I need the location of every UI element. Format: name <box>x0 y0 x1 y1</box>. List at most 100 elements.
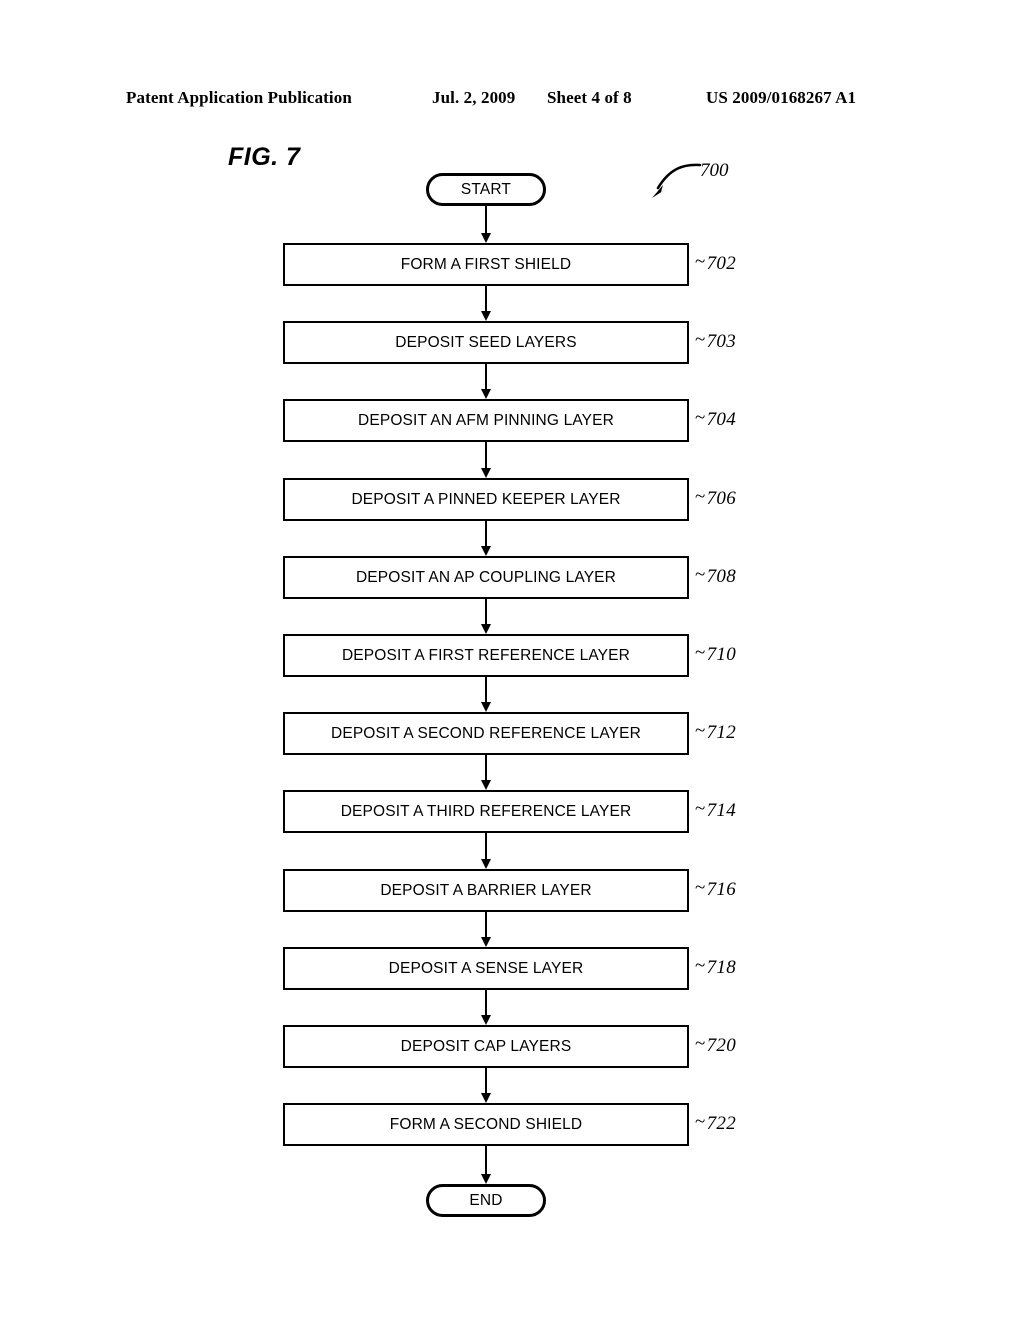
connector-stem <box>484 677 488 703</box>
connector-arrowhead-icon <box>480 624 491 634</box>
reference-number-text: 710 <box>706 643 736 665</box>
connector-stem <box>484 364 488 390</box>
connector-arrowhead-icon <box>480 389 491 399</box>
connector-arrowhead-icon <box>480 859 491 869</box>
flow-connector-arrow <box>480 755 491 790</box>
reference-number-text: 712 <box>706 721 736 743</box>
reference-numeral-708: ~708 <box>695 563 736 588</box>
reference-number-text: 716 <box>706 878 736 900</box>
connector-arrowhead-icon <box>480 546 491 556</box>
process-step-label: DEPOSIT AN AP COUPLING LAYER <box>355 568 617 586</box>
reference-leader-icon: ~ <box>695 328 706 350</box>
diagram-reference-leader-icon <box>652 163 702 198</box>
process-step-label: DEPOSIT A SENSE LAYER <box>388 959 584 977</box>
process-step-label: DEPOSIT A SECOND REFERENCE LAYER <box>330 724 641 742</box>
process-step-708: DEPOSIT AN AP COUPLING LAYER <box>283 556 689 599</box>
reference-number-text: 714 <box>706 799 736 821</box>
process-step-706: DEPOSIT A PINNED KEEPER LAYER <box>283 478 689 521</box>
process-step-720: DEPOSIT CAP LAYERS <box>283 1025 689 1068</box>
patent-figure-page: Patent Application Publication Jul. 2, 2… <box>0 0 1024 1320</box>
connector-arrowhead-icon <box>480 1015 491 1025</box>
flow-connector-arrow <box>480 599 491 634</box>
reference-number-text: 704 <box>706 408 736 430</box>
reference-numeral-702: ~702 <box>695 250 736 275</box>
diagram-reference-number: 700 <box>700 160 729 181</box>
process-step-716: DEPOSIT A BARRIER LAYER <box>283 869 689 912</box>
process-step-label: DEPOSIT A PINNED KEEPER LAYER <box>351 490 621 508</box>
reference-leader-icon: ~ <box>695 641 706 663</box>
reference-leader-icon: ~ <box>695 250 706 272</box>
reference-number-text: 702 <box>706 252 736 274</box>
process-step-label: FORM A SECOND SHIELD <box>389 1115 583 1133</box>
reference-numeral-718: ~718 <box>695 954 736 979</box>
terminal-end: END <box>426 1184 546 1217</box>
process-step-712: DEPOSIT A SECOND REFERENCE LAYER <box>283 712 689 755</box>
process-step-label: DEPOSIT A BARRIER LAYER <box>380 881 592 899</box>
reference-numeral-710: ~710 <box>695 641 736 666</box>
reference-leader-icon: ~ <box>695 954 706 976</box>
flow-connector-arrow <box>480 1068 491 1103</box>
reference-leader-icon: ~ <box>695 797 706 819</box>
connector-arrowhead-icon <box>480 233 491 243</box>
connector-stem <box>484 442 488 469</box>
reference-numeral-706: ~706 <box>695 485 736 510</box>
reference-numeral-722: ~722 <box>695 1111 736 1135</box>
process-step-710: DEPOSIT A FIRST REFERENCE LAYER <box>283 634 689 677</box>
reference-leader-icon: ~ <box>695 563 706 585</box>
process-step-704: DEPOSIT AN AFM PINNING LAYER <box>283 399 689 442</box>
process-step-714: DEPOSIT A THIRD REFERENCE LAYER <box>283 790 689 833</box>
connector-arrowhead-icon <box>480 937 491 947</box>
figure-label: FIG. 7 <box>228 143 301 171</box>
flow-connector-arrow <box>480 990 491 1025</box>
flow-connector-arrow <box>480 833 491 869</box>
reference-numeral-720: ~720 <box>695 1032 736 1057</box>
flow-connector-arrow <box>480 364 491 399</box>
connector-stem <box>484 990 488 1016</box>
process-step-label: DEPOSIT A FIRST REFERENCE LAYER <box>341 646 631 664</box>
connector-stem <box>484 912 488 938</box>
connector-arrowhead-icon <box>480 311 491 321</box>
reference-numeral-712: ~712 <box>695 719 736 744</box>
reference-leader-icon: ~ <box>695 485 706 507</box>
connector-arrowhead-icon <box>480 468 491 478</box>
reference-numeral-704: ~704 <box>695 406 736 431</box>
process-step-722: FORM A SECOND SHIELD <box>283 1103 689 1146</box>
flow-connector-arrow <box>480 286 491 321</box>
connector-stem <box>484 206 488 234</box>
reference-number-text: 718 <box>706 956 736 978</box>
connector-stem <box>484 1146 488 1175</box>
reference-numeral-703: ~703 <box>695 328 736 353</box>
connector-stem <box>484 599 488 625</box>
process-step-702: FORM A FIRST SHIELD <box>283 243 689 286</box>
connector-stem <box>484 755 488 781</box>
sheet-number: Sheet 4 of 8 <box>547 88 632 107</box>
reference-leader-icon: ~ <box>695 719 706 741</box>
terminal-start-label: START <box>460 180 512 198</box>
connector-stem <box>484 833 488 860</box>
reference-number-text: 720 <box>706 1034 736 1056</box>
terminal-end-label: END <box>469 1191 503 1209</box>
connector-arrowhead-icon <box>480 1174 491 1184</box>
reference-numeral-714: ~714 <box>695 797 736 822</box>
connector-stem <box>484 286 488 312</box>
flow-connector-arrow <box>480 206 491 243</box>
flow-connector-arrow <box>480 521 491 556</box>
flow-connector-arrow <box>480 912 491 947</box>
flow-connector-arrow <box>480 442 491 478</box>
connector-stem <box>484 1068 488 1094</box>
flow-connector-arrow <box>480 677 491 712</box>
publication-date: Jul. 2, 2009 <box>432 88 516 107</box>
connector-stem <box>484 521 488 547</box>
reference-leader-icon: ~ <box>695 406 706 428</box>
process-step-label: DEPOSIT CAP LAYERS <box>400 1037 572 1055</box>
reference-leader-icon: ~ <box>695 1032 706 1054</box>
reference-numeral-716: ~716 <box>695 876 736 901</box>
reference-number-text: 706 <box>706 487 736 509</box>
reference-leader-icon: ~ <box>695 876 706 898</box>
process-step-718: DEPOSIT A SENSE LAYER <box>283 947 689 990</box>
reference-number-text: 703 <box>706 330 736 352</box>
process-step-label: DEPOSIT SEED LAYERS <box>395 333 577 351</box>
patent-number: US 2009/0168267 A1 <box>706 88 857 107</box>
process-step-label: DEPOSIT A THIRD REFERENCE LAYER <box>340 802 632 820</box>
process-step-label: FORM A FIRST SHIELD <box>400 255 572 273</box>
